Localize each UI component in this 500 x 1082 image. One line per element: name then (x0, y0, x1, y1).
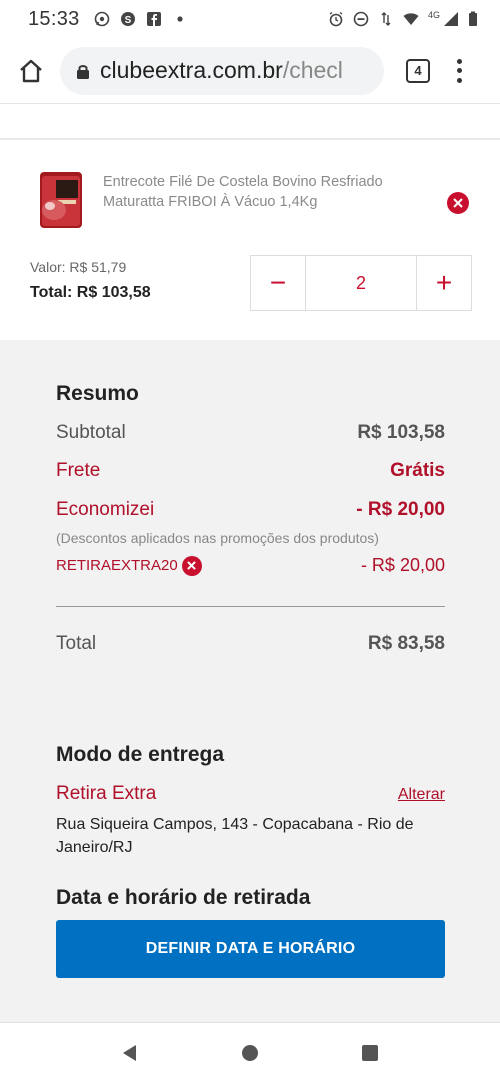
order-summary: Resumo Subtotal R$ 103,58 Frete Grátis E… (0, 340, 500, 1022)
product-name: Entrecote Filé De Costela Bovino Resfria… (103, 174, 383, 210)
summary-divider (56, 606, 445, 607)
coupon: RETIRAEXTRA20 (56, 555, 202, 576)
delivery-mode-row: Retira Extra Alterar (56, 783, 445, 805)
summary-title: Resumo (56, 382, 139, 405)
home-button[interactable] (16, 56, 46, 86)
browser-toolbar: clubeextra.com.br/checl 4 (0, 38, 500, 104)
system-icons: 4G (328, 10, 478, 27)
address-bar[interactable]: clubeextra.com.br/checl (60, 46, 384, 95)
status-time: 15:33 (28, 7, 80, 30)
cart-item: Entrecote Filé De Costela Bovino Resfria… (0, 142, 500, 340)
shipping-label: Frete (56, 460, 101, 481)
lock-icon (77, 64, 89, 79)
shipping-row: Frete Grátis (56, 460, 445, 482)
subtotal-value: R$ 103,58 (357, 422, 445, 443)
url-text: clubeextra.com.br/checl (100, 57, 343, 83)
section-divider (0, 104, 500, 140)
remove-coupon-button[interactable] (181, 555, 202, 576)
decrease-quantity-button[interactable]: − (251, 256, 305, 310)
whatsapp-icon (94, 11, 109, 27)
coupon-row: RETIRAEXTRA20 - R$ 20,00 (56, 555, 445, 576)
back-icon[interactable] (120, 1043, 140, 1063)
quantity-stepper: − 2 + (250, 255, 472, 311)
coupon-value: - R$ 20,00 (360, 555, 445, 575)
do-not-disturb-icon (353, 11, 369, 27)
increase-quantity-button[interactable]: + (417, 256, 471, 310)
tabs-button[interactable]: 4 (406, 58, 430, 83)
data-arrows-icon (381, 12, 391, 26)
home-circle-icon[interactable] (240, 1043, 260, 1063)
subtotal-label: Subtotal (56, 422, 126, 443)
product-image (40, 172, 82, 228)
subtotal-row: Subtotal R$ 103,58 (56, 422, 445, 444)
skype-icon: S (120, 12, 135, 26)
battery-icon (469, 11, 477, 26)
close-icon (187, 561, 197, 570)
delivery-mode: Retira Extra (56, 783, 157, 804)
system-nav-bar (0, 1022, 500, 1082)
wifi-icon (403, 13, 419, 25)
close-icon (453, 198, 463, 208)
total-row: Total R$ 83,58 (56, 633, 445, 655)
item-total: Total: R$ 103,58 (30, 284, 151, 301)
recents-icon[interactable] (360, 1043, 380, 1063)
facebook-icon (146, 12, 161, 26)
pickup-address: Rua Siqueira Campos, 143 - Copacabana - … (56, 816, 414, 856)
network-type: 4G (427, 10, 440, 20)
set-date-time-button[interactable]: DEFINIR DATA E HORÁRIO (56, 920, 445, 978)
dot-icon (176, 16, 183, 22)
total-value: R$ 83,58 (367, 633, 445, 654)
browser-menu-button[interactable] (456, 58, 462, 83)
savings-row: Economizei - R$ 20,00 (56, 499, 445, 521)
alarm-icon (329, 11, 343, 27)
svg-text:S: S (124, 15, 131, 26)
unit-price: Valor: R$ 51,79 (30, 259, 127, 275)
shipping-value: Grátis (390, 460, 445, 481)
signal-icon (444, 12, 458, 26)
savings-note: (Descontos aplicados nas promoções dos p… (56, 530, 379, 546)
savings-value: - R$ 20,00 (356, 499, 445, 520)
savings-label: Economizei (56, 499, 155, 520)
total-label: Total (56, 633, 97, 654)
quantity-value[interactable]: 2 (305, 256, 417, 310)
remove-item-button[interactable] (447, 192, 469, 214)
notification-icons: S (94, 11, 188, 27)
status-bar: 15:33 S 4G (0, 0, 500, 38)
delivery-title: Modo de entrega (56, 743, 225, 766)
coupon-code: RETIRAEXTRA20 (56, 557, 178, 574)
pickup-title: Data e horário de retirada (56, 886, 311, 909)
home-icon (20, 59, 42, 82)
change-delivery-link[interactable]: Alterar (398, 786, 445, 804)
